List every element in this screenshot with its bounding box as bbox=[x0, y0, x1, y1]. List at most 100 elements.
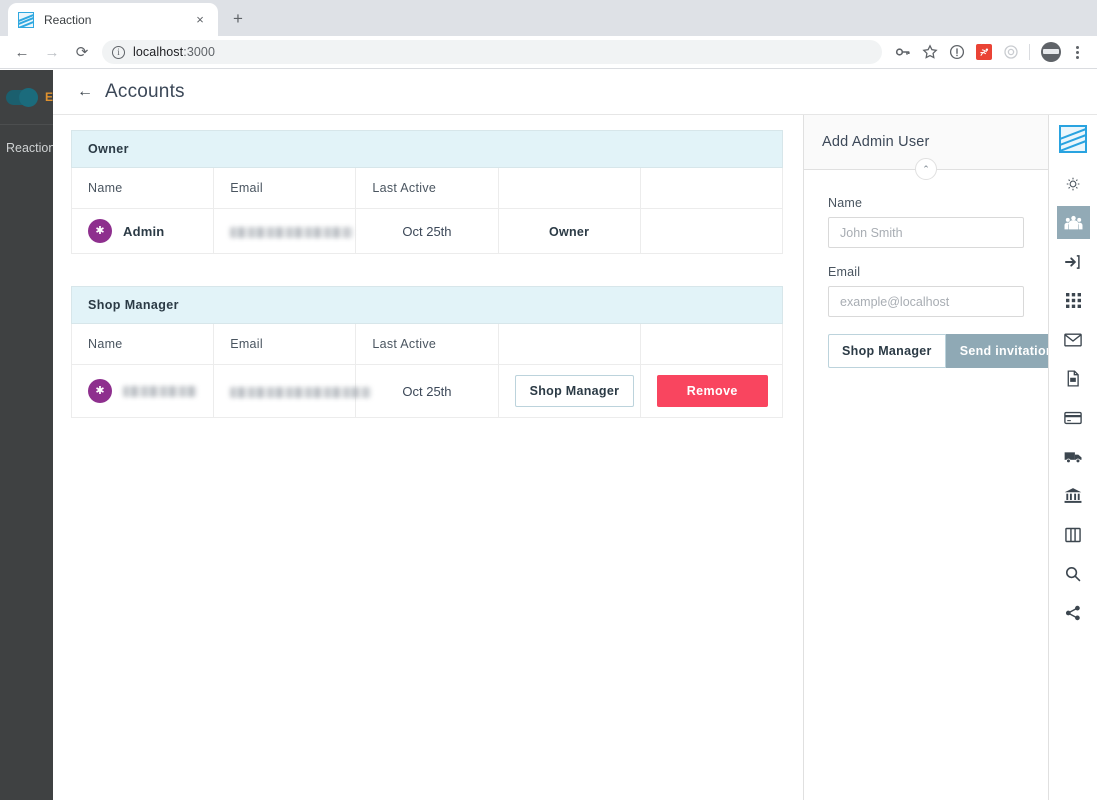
search-icon[interactable] bbox=[1057, 557, 1090, 590]
reload-icon[interactable]: ⟳ bbox=[68, 38, 96, 66]
cell-action bbox=[639, 208, 784, 254]
chrome-menu-icon[interactable] bbox=[1065, 40, 1089, 64]
toolbar-divider bbox=[1029, 44, 1030, 60]
tab-title: Reaction bbox=[44, 12, 92, 27]
shop-manager-card: Shop Manager Name Email Last Active ✱ Oc… bbox=[70, 286, 784, 418]
forward-icon[interactable]: → bbox=[38, 38, 66, 66]
avatar: ✱ bbox=[88, 379, 112, 403]
address-bar[interactable]: i localhost:3000 bbox=[102, 40, 882, 64]
shop-manager-table: Name Email Last Active ✱ Oct 25th Shop M… bbox=[70, 324, 784, 418]
email-input[interactable] bbox=[828, 286, 1024, 317]
back-arrow-icon[interactable]: ← bbox=[77, 84, 93, 100]
login-enter-icon[interactable] bbox=[1057, 245, 1090, 278]
chevron-up-icon[interactable]: ⌃ bbox=[915, 158, 937, 180]
column-header-action bbox=[639, 168, 784, 209]
reaction-logo-icon[interactable] bbox=[1059, 125, 1087, 153]
column-header-action bbox=[639, 324, 784, 365]
avatar: ✱ bbox=[88, 219, 112, 243]
sidebar-item-reaction[interactable]: Reaction bbox=[0, 125, 53, 155]
column-header-name: Name bbox=[70, 324, 215, 365]
redacted-name bbox=[123, 385, 198, 397]
taxes-bank-icon[interactable] bbox=[1057, 479, 1090, 512]
page-title: Accounts bbox=[105, 81, 185, 102]
column-header-email: Email bbox=[213, 168, 357, 209]
enabled-toggle[interactable] bbox=[6, 87, 38, 107]
media-file-icon[interactable] bbox=[1057, 362, 1090, 395]
reaction-logo-icon bbox=[18, 11, 34, 28]
shipping-truck-icon[interactable] bbox=[1057, 440, 1090, 473]
layout-columns-icon[interactable] bbox=[1057, 518, 1090, 551]
avatar-glyph: ✱ bbox=[95, 384, 105, 397]
extension-red-icon[interactable] bbox=[972, 40, 996, 64]
name-input[interactable] bbox=[828, 217, 1024, 248]
cell-action: Remove bbox=[639, 364, 784, 418]
redacted-email bbox=[230, 386, 372, 398]
column-header-role bbox=[497, 168, 641, 209]
redacted-email bbox=[230, 226, 354, 238]
address-bar-text: localhost:3000 bbox=[133, 45, 215, 59]
password-key-icon[interactable] bbox=[891, 40, 915, 64]
email-field-label: Email bbox=[828, 265, 861, 279]
left-sidebar: E Reaction bbox=[0, 70, 53, 800]
accounts-people-icon[interactable] bbox=[1056, 206, 1090, 239]
panel-title: Add Admin User bbox=[822, 134, 930, 150]
cell-email bbox=[213, 364, 372, 418]
sidebar-toggle-row: E bbox=[0, 70, 53, 125]
column-header-email: Email bbox=[213, 324, 357, 365]
owner-card: Owner Name Email Last Active ✱ Admin Oct… bbox=[70, 130, 784, 254]
column-header-role bbox=[497, 324, 641, 365]
profile-avatar[interactable] bbox=[1039, 40, 1063, 64]
admin-icon-rail bbox=[1048, 115, 1097, 800]
role-select-button[interactable]: Shop Manager bbox=[828, 334, 946, 368]
table-header-row: Name Email Last Active bbox=[70, 324, 784, 365]
url-host: localhost bbox=[133, 45, 184, 59]
mail-envelope-icon[interactable] bbox=[1057, 323, 1090, 356]
cell-name: ✱ bbox=[70, 364, 215, 418]
site-info-icon[interactable]: i bbox=[112, 45, 125, 59]
browser-window: Reaction × + ← → ⟳ i localhost:3000 E Re… bbox=[0, 0, 1097, 800]
remove-button[interactable]: Remove bbox=[656, 375, 768, 407]
browser-toolbar: ← → ⟳ i localhost:3000 bbox=[0, 36, 1097, 69]
avatar-glyph: ✱ bbox=[95, 224, 105, 237]
column-header-last-active: Last Active bbox=[355, 324, 499, 365]
table-row: ✱ Admin Oct 25th Owner bbox=[70, 208, 784, 254]
table-header-row: Name Email Last Active bbox=[70, 168, 784, 209]
panel-body: Name Email Shop Manager Send invitation bbox=[804, 170, 1068, 368]
table-row: ✱ Oct 25th Shop Manager Remove bbox=[70, 364, 784, 418]
url-port: :3000 bbox=[183, 45, 216, 59]
back-icon[interactable]: ← bbox=[8, 38, 36, 66]
panel-actions: Shop Manager Send invitation bbox=[828, 334, 1068, 368]
share-nodes-icon[interactable] bbox=[1057, 596, 1090, 629]
role-dropdown-button[interactable]: Shop Manager bbox=[514, 375, 635, 407]
cell-email bbox=[213, 208, 357, 254]
sidebar-toggle-label: E bbox=[45, 90, 53, 104]
info-circle-icon[interactable] bbox=[945, 40, 969, 64]
section-title-owner: Owner bbox=[71, 130, 783, 168]
extension-circle-icon[interactable] bbox=[999, 40, 1023, 64]
accounts-tables: Owner Name Email Last Active ✱ Admin Oct… bbox=[53, 115, 803, 800]
gear-icon[interactable] bbox=[1057, 167, 1090, 200]
close-icon[interactable]: × bbox=[192, 12, 208, 28]
main-content: ← Accounts Owner Name Email Last Active … bbox=[53, 70, 1097, 800]
panel-header: Add Admin User ⌃ bbox=[804, 115, 1048, 180]
cell-role: Shop Manager bbox=[497, 364, 641, 418]
content-row: Owner Name Email Last Active ✱ Admin Oct… bbox=[53, 115, 1097, 800]
add-admin-panel: Add Admin User ⌃ Name Email Shop Manager… bbox=[803, 115, 1068, 800]
credit-card-icon[interactable] bbox=[1057, 401, 1090, 434]
name-field-label: Name bbox=[828, 196, 863, 210]
cell-name: ✱ Admin bbox=[70, 208, 215, 254]
bookmark-star-icon[interactable] bbox=[918, 40, 942, 64]
new-tab-button[interactable]: + bbox=[224, 5, 252, 33]
owner-table: Name Email Last Active ✱ Admin Oct 25th … bbox=[70, 168, 784, 254]
cell-last-active: Oct 25th bbox=[355, 208, 499, 254]
column-header-last-active: Last Active bbox=[355, 168, 499, 209]
page-header: ← Accounts bbox=[53, 70, 1097, 115]
page-viewport: E Reaction ← Accounts Owner Name Email L… bbox=[0, 70, 1097, 800]
column-header-name: Name bbox=[70, 168, 215, 209]
browser-tab[interactable]: Reaction × bbox=[8, 3, 218, 36]
grid-apps-icon[interactable] bbox=[1057, 284, 1090, 317]
role-label: Owner bbox=[548, 224, 590, 239]
cell-last-active: Oct 25th bbox=[355, 364, 499, 418]
section-title-shop-manager: Shop Manager bbox=[71, 286, 783, 324]
cell-role: Owner bbox=[497, 208, 641, 254]
